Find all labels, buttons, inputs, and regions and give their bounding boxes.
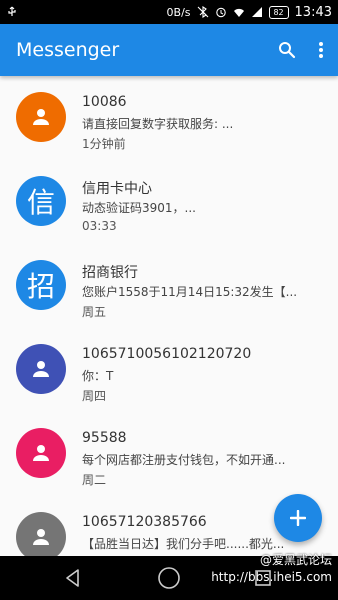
conversation-name: 10086 [82, 94, 127, 110]
avatar [16, 92, 66, 142]
conversation-preview: 您账户1558于11月14日15:32发生【... [82, 285, 298, 299]
conversation-time: 周五 [82, 305, 107, 319]
conversation-name: 信用卡中心 [82, 181, 152, 197]
status-right: 0B/s 82 13:43 [167, 5, 332, 20]
conversation-item[interactable]: 招 招商银行 您账户1558于11月14日15:32发生【... 周五 [0, 258, 338, 342]
status-left [6, 6, 18, 18]
status-time: 13:43 [294, 4, 332, 20]
conversation-name: 1065710056102120720 [82, 346, 252, 362]
conversation-preview: 请直接回复数字获取服务: ... [82, 117, 234, 131]
avatar [16, 428, 66, 478]
conversation-texts: 招商银行 您账户1558于11月14日15:32发生【... 周五 [82, 262, 324, 320]
avatar-initial: 招 [26, 270, 55, 303]
conversation-texts: 1065710056102120720 你：T 周四 [82, 346, 324, 404]
home-button[interactable] [144, 556, 194, 600]
conversation-time: 周四 [82, 389, 107, 403]
person-icon [33, 529, 49, 545]
watermark-line1: @爱黑武论坛 [259, 553, 332, 567]
app-bar: Messenger [0, 24, 338, 76]
signal-icon [251, 7, 262, 17]
network-speed: 0B/s [166, 5, 191, 19]
conversation-preview: 你：T [82, 369, 114, 383]
add-icon [290, 510, 306, 526]
status-bar: 0B/s 82 13:43 [0, 0, 338, 24]
avatar: 信 [16, 176, 66, 226]
battery-level: 82 [273, 7, 284, 17]
wifi-icon [233, 8, 244, 17]
conversation-item[interactable]: 10086 请直接回复数字获取服务: ... 1分钟前 [0, 90, 338, 174]
more-vert-icon [319, 42, 323, 58]
new-message-button[interactable] [274, 494, 322, 542]
conversation-texts: 95588 每个网店都注册支付钱包，不如开通... 周二 [82, 430, 324, 488]
avatar-initial: 信 [26, 186, 55, 219]
conversation-texts: 10086 请直接回复数字获取服务: ... 1分钟前 [82, 94, 324, 152]
back-button[interactable] [48, 556, 98, 600]
alarm-icon [215, 7, 226, 18]
conversation-preview: 动态验证码3901，... [82, 201, 196, 215]
conversation-time: 1分钟前 [82, 137, 126, 151]
conversation-item[interactable]: 信 信用卡中心 动态验证码3901，... 03:33 [0, 174, 338, 258]
avatar: 招 [16, 260, 66, 310]
search-icon [279, 42, 296, 59]
search-button[interactable] [270, 28, 304, 72]
home-icon [158, 567, 180, 589]
conversation-time: 周二 [82, 473, 107, 487]
more-options-button[interactable] [304, 28, 338, 72]
watermark-line2: http://bbs.ihei5.com [211, 570, 332, 584]
conversation-preview: 每个网店都注册支付钱包，不如开通... [82, 453, 286, 467]
conversation-item[interactable]: 1065710056102120720 你：T 周四 [0, 342, 338, 426]
avatar [16, 344, 66, 394]
bluetooth-off-icon [197, 6, 208, 18]
conversation-name: 招商银行 [82, 265, 138, 281]
person-icon [33, 109, 49, 125]
back-icon [66, 569, 79, 587]
person-icon [33, 361, 49, 377]
conversation-time: 03:33 [82, 219, 117, 233]
conversation-name: 95588 [82, 430, 127, 446]
app-title: Messenger [16, 39, 120, 61]
conversation-texts: 信用卡中心 动态验证码3901，... 03:33 [82, 178, 324, 233]
usb-icon [8, 6, 16, 16]
app-actions [270, 28, 338, 72]
battery-icon: 82 [268, 5, 289, 19]
watermark: @爱黑武论坛 http://bbs.ihei5.com [211, 552, 332, 586]
person-icon [33, 445, 49, 461]
avatar [16, 512, 66, 562]
